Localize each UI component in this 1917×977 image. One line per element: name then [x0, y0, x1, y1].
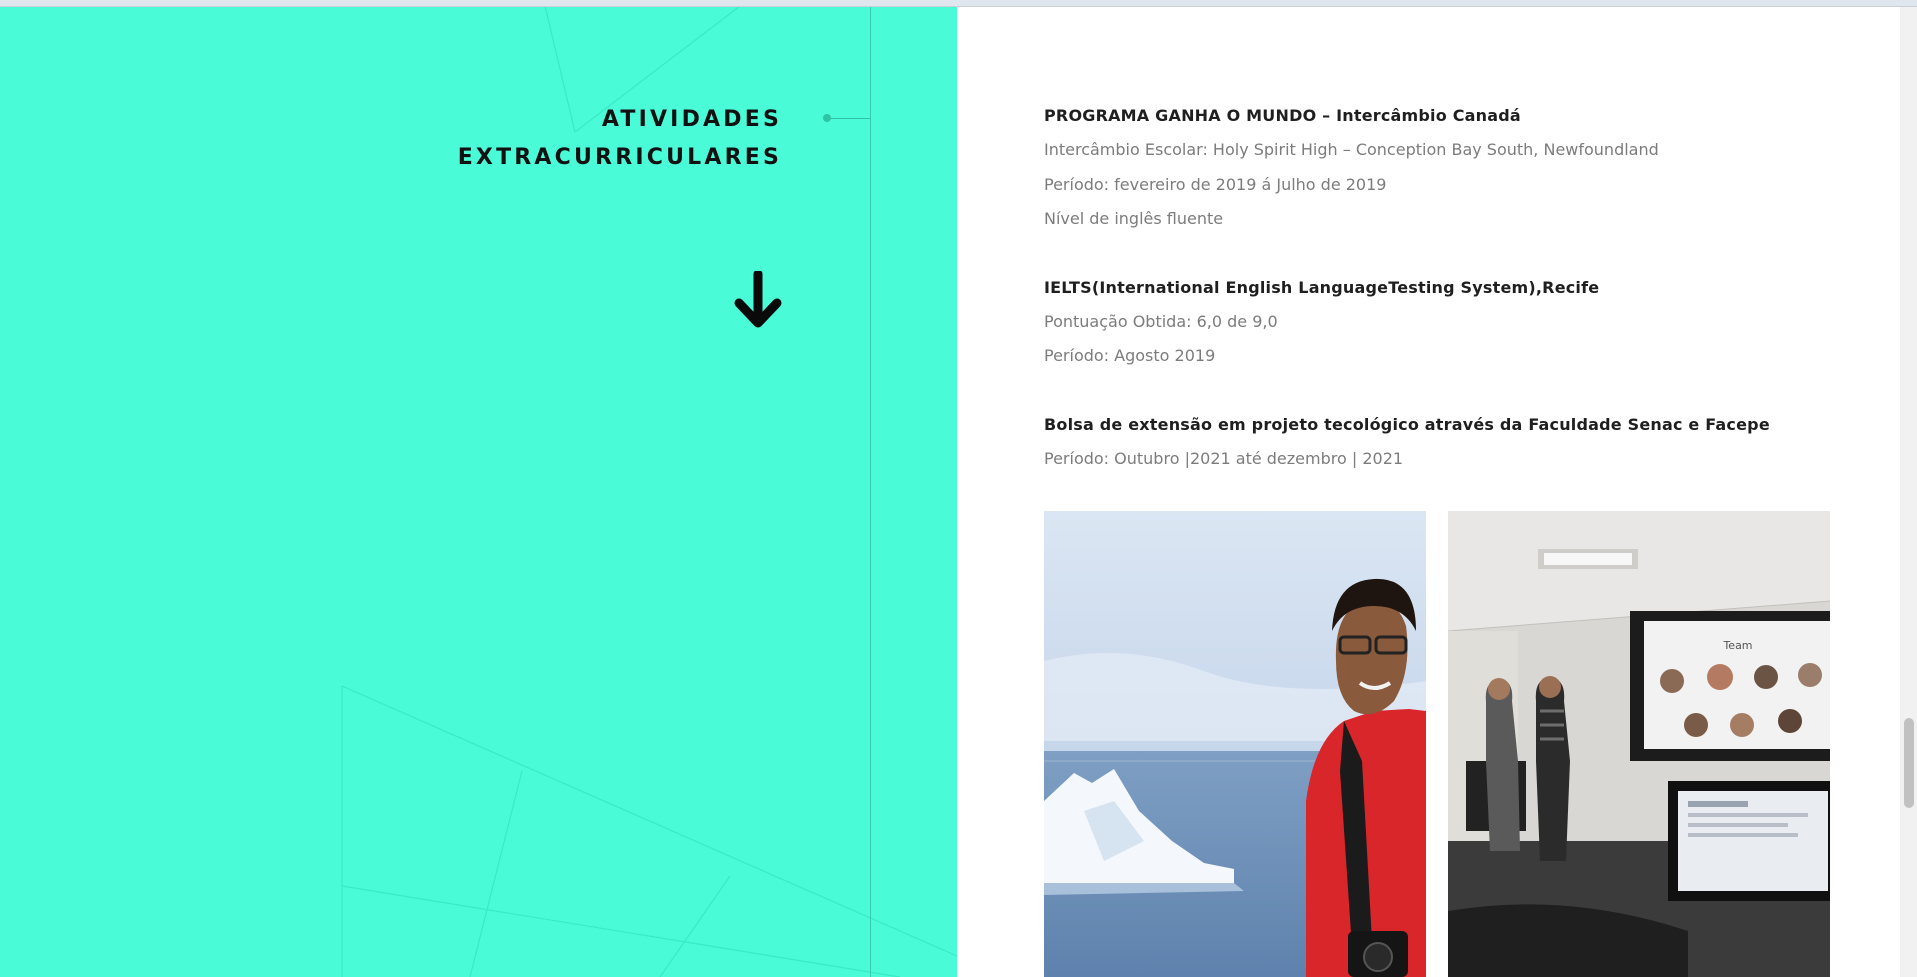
browser-top-edge — [0, 0, 1917, 7]
timeline-connector-line — [829, 118, 871, 119]
activity-detail: Período: fevereiro de 2019 á Julho de 20… — [1044, 174, 1387, 194]
activity-title: PROGRAMA GANHA O MUNDO – Intercâmbio Can… — [1044, 106, 1521, 125]
photo-gallery: Team — [1044, 511, 1831, 977]
section-title-line2: EXTRACURRICULARES — [457, 145, 782, 170]
presentation-screen-heading: Team — [1722, 639, 1752, 652]
activity-detail: Período: Agosto 2019 — [1044, 346, 1216, 365]
presentation-photo-image: Team — [1448, 511, 1830, 977]
arrow-down-icon — [734, 271, 782, 328]
activities-list: PROGRAMA GANHA O MUNDO – Intercâmbio Can… — [1044, 99, 1874, 510]
timeline-line — [870, 6, 871, 977]
activity-detail: Intercâmbio Escolar: Holy Spirit High – … — [1044, 140, 1659, 159]
section-title-line1: ATIVIDADES — [601, 107, 782, 132]
activity-detail: Período: Outubro |2021 até dezembro | 20… — [1044, 448, 1404, 468]
scrollbar-thumb[interactable] — [1904, 718, 1914, 808]
activity-detail: Pontuação Obtida: 6,0 de 9,0 — [1044, 311, 1278, 331]
activity-entry: IELTS(International English LanguageTest… — [1044, 271, 1874, 374]
activity-entry: PROGRAMA GANHA O MUNDO – Intercâmbio Can… — [1044, 99, 1874, 237]
exchange-photo-image — [1044, 511, 1426, 977]
page-scrollbar[interactable] — [1900, 6, 1917, 977]
activity-detail: Nível de inglês fluente — [1044, 209, 1224, 228]
timeline-connector — [823, 112, 871, 124]
section-title: ATIVIDADES EXTRACURRICULARES — [458, 101, 782, 177]
exchange-photo[interactable] — [1044, 511, 1426, 977]
activity-title: Bolsa de extensão em projeto tecológico … — [1044, 414, 1770, 434]
presentation-photo[interactable]: Team — [1448, 511, 1830, 977]
content-panel: PROGRAMA GANHA O MUNDO – Intercâmbio Can… — [957, 6, 1900, 977]
activity-entry: Bolsa de extensão em projeto tecológico … — [1044, 408, 1874, 477]
page: ATIVIDADES EXTRACURRICULARES PROGRAMA GA… — [0, 0, 1917, 977]
activity-title: IELTS(International English LanguageTest… — [1044, 277, 1600, 297]
section-sidebar: ATIVIDADES EXTRACURRICULARES — [0, 6, 957, 977]
